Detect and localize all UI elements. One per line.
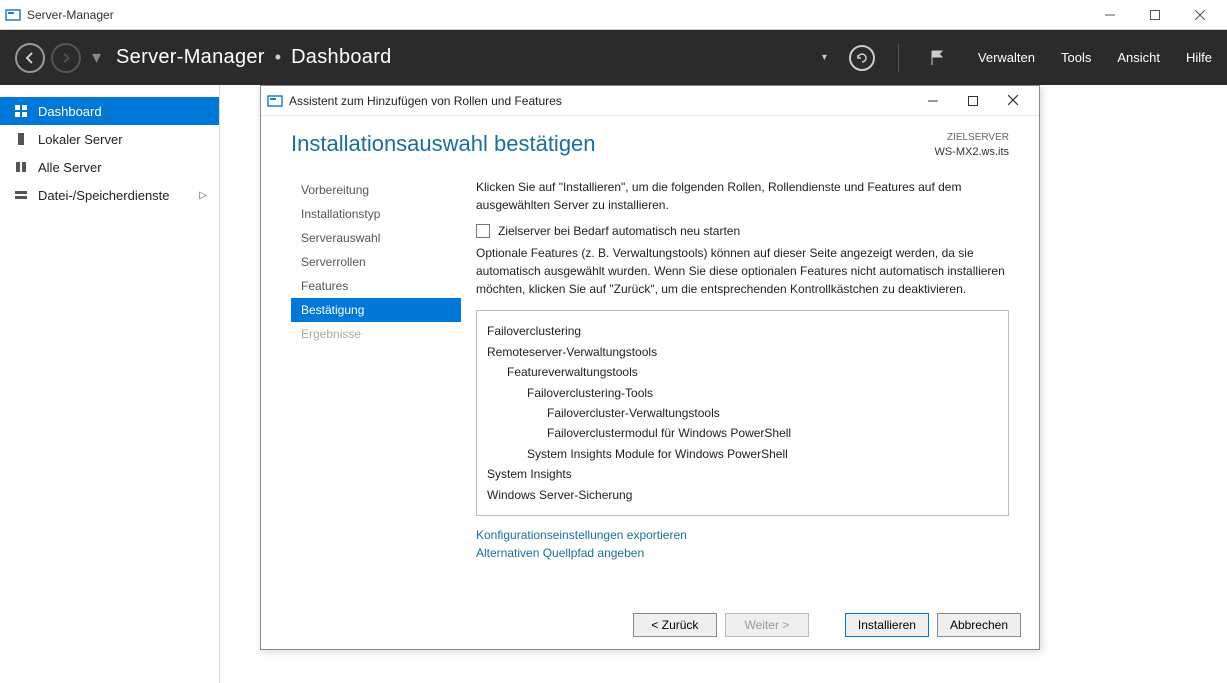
header-page-name: Dashboard — [291, 46, 392, 69]
chevron-right-icon: ▷ — [199, 190, 207, 201]
target-server: WS-MX2.ws.its — [934, 145, 1009, 160]
menu-tools[interactable]: Tools — [1061, 50, 1091, 65]
restart-checkbox-row: Zielserver bei Bedarf automatisch neu st… — [476, 224, 1009, 238]
dialog-title: Assistent zum Hinzufügen von Rollen und … — [289, 94, 913, 108]
nav-step-label: Serverauswahl — [301, 231, 380, 245]
flag-icon[interactable] — [922, 43, 952, 73]
feature-item: Remoteserver-Verwaltungstools — [487, 342, 998, 362]
dropdown-caret-icon[interactable]: ▾ — [92, 47, 101, 68]
sidebar-item-label: Datei-/Speicherdienste — [38, 188, 170, 203]
nav-step-label: Bestätigung — [301, 303, 364, 317]
nav-step-label: Features — [301, 279, 348, 293]
dialog-note-text: Optionale Features (z. B. Verwaltungstoo… — [476, 244, 1009, 298]
cancel-button[interactable]: Abbrechen — [937, 613, 1021, 637]
main-area: Dashboard Lokaler Server Alle Server Dat… — [0, 85, 1227, 683]
sidebar-item-label: Alle Server — [38, 160, 102, 175]
dialog-links: Konfigurationseinstellungen exportieren … — [476, 526, 1009, 562]
sidebar-item-storage[interactable]: Datei-/Speicherdienste ▷ — [0, 181, 219, 209]
nav-step-features[interactable]: Features — [291, 274, 461, 298]
target-label: ZIELSERVER — [934, 131, 1009, 145]
outer-window-controls — [1087, 1, 1222, 29]
feature-list-box: Failoverclustering Remoteserver-Verwaltu… — [476, 310, 1009, 516]
link-export-config[interactable]: Konfigurationseinstellungen exportieren — [476, 526, 1009, 544]
dialog-minimize-button[interactable] — [913, 87, 953, 115]
sidebar: Dashboard Lokaler Server Alle Server Dat… — [0, 85, 220, 683]
nav-step-serverrollen[interactable]: Serverrollen — [291, 250, 461, 274]
dialog-heading: Installationsauswahl bestätigen — [291, 131, 934, 157]
sidebar-item-label: Lokaler Server — [38, 132, 123, 147]
servers-icon — [12, 160, 30, 174]
nav-back-button[interactable] — [15, 43, 45, 73]
content-area: Assistent zum Hinzufügen von Rollen und … — [220, 85, 1227, 683]
dialog-target-info: ZIELSERVER WS-MX2.ws.its — [934, 131, 1009, 160]
nav-step-installationstyp[interactable]: Installationstyp — [291, 202, 461, 226]
header-app-name: Server-Manager — [116, 46, 265, 69]
install-button[interactable]: Installieren — [845, 613, 929, 637]
header-separator — [898, 44, 899, 72]
feature-item: Failoverclustering-Tools — [487, 383, 998, 403]
minimize-button[interactable] — [1087, 1, 1132, 29]
link-alt-sourcepath[interactable]: Alternativen Quellpfad angeben — [476, 544, 1009, 562]
dialog-body: Installationsauswahl bestätigen ZIELSERV… — [261, 116, 1039, 599]
nav-step-vorbereitung[interactable]: Vorbereitung — [291, 178, 461, 202]
menu-ansicht[interactable]: Ansicht — [1117, 50, 1160, 65]
nav-step-label: Vorbereitung — [301, 183, 369, 197]
menu-hilfe[interactable]: Hilfe — [1186, 50, 1212, 65]
feature-item: Windows Server-Sicherung — [487, 485, 998, 505]
storage-icon — [12, 188, 30, 202]
feature-item: System Insights Module for Windows Power… — [487, 444, 998, 464]
nav-step-ergebnisse: Ergebnisse — [291, 322, 461, 346]
tools-dropdown-caret[interactable]: ▾ — [822, 52, 827, 63]
nav-step-bestaetigung[interactable]: Bestätigung — [291, 298, 461, 322]
maximize-button[interactable] — [1132, 1, 1177, 29]
nav-step-label: Ergebnisse — [301, 327, 361, 341]
feature-item: Failovercluster-Verwaltungstools — [487, 403, 998, 423]
sidebar-item-dashboard[interactable]: Dashboard — [0, 97, 219, 125]
dialog-maximize-button[interactable] — [953, 87, 993, 115]
nav-step-serverauswahl[interactable]: Serverauswahl — [291, 226, 461, 250]
nav-step-label: Serverrollen — [301, 255, 366, 269]
restart-checkbox[interactable] — [476, 224, 490, 238]
server-manager-icon — [267, 93, 283, 109]
dialog-nav: Vorbereitung Installationstyp Serverausw… — [291, 178, 461, 599]
dialog-titlebar: Assistent zum Hinzufügen von Rollen und … — [261, 86, 1039, 116]
feature-item: Failoverclustering — [487, 321, 998, 341]
back-button[interactable]: < Zurück — [633, 613, 717, 637]
breadcrumb-separator-icon: • — [275, 47, 281, 68]
restart-checkbox-label: Zielserver bei Bedarf automatisch neu st… — [498, 224, 740, 238]
close-button[interactable] — [1177, 1, 1222, 29]
nav-forward-button[interactable] — [51, 43, 81, 73]
next-button: Weiter > — [725, 613, 809, 637]
feature-item: Featureverwaltungstools — [487, 362, 998, 382]
dashboard-icon — [12, 104, 30, 118]
dialog-content: Klicken Sie auf "Installieren", um die f… — [461, 178, 1009, 599]
menu-verwalten[interactable]: Verwalten — [978, 50, 1035, 65]
header-tools: ▾ Verwalten Tools Ansicht Hilfe — [822, 43, 1212, 73]
feature-item: System Insights — [487, 464, 998, 484]
feature-item: Failoverclustermodul für Windows PowerSh… — [487, 423, 998, 443]
server-manager-icon — [5, 7, 21, 23]
outer-titlebar: Server-Manager — [0, 0, 1227, 30]
refresh-icon[interactable] — [849, 45, 875, 71]
sidebar-item-label: Dashboard — [38, 104, 102, 119]
dialog-close-button[interactable] — [993, 87, 1033, 115]
outer-window-title: Server-Manager — [27, 8, 1087, 22]
sidebar-item-all-servers[interactable]: Alle Server — [0, 153, 219, 181]
sidebar-item-local-server[interactable]: Lokaler Server — [0, 125, 219, 153]
dialog-button-bar: < Zurück Weiter > Installieren Abbrechen — [261, 599, 1039, 649]
dialog-intro-text: Klicken Sie auf "Installieren", um die f… — [476, 178, 1009, 214]
add-roles-wizard-dialog: Assistent zum Hinzufügen von Rollen und … — [260, 85, 1040, 650]
app-header: ▾ Server-Manager • Dashboard ▾ Verwalten… — [0, 30, 1227, 85]
nav-step-label: Installationstyp — [301, 207, 380, 221]
server-icon — [12, 132, 30, 146]
